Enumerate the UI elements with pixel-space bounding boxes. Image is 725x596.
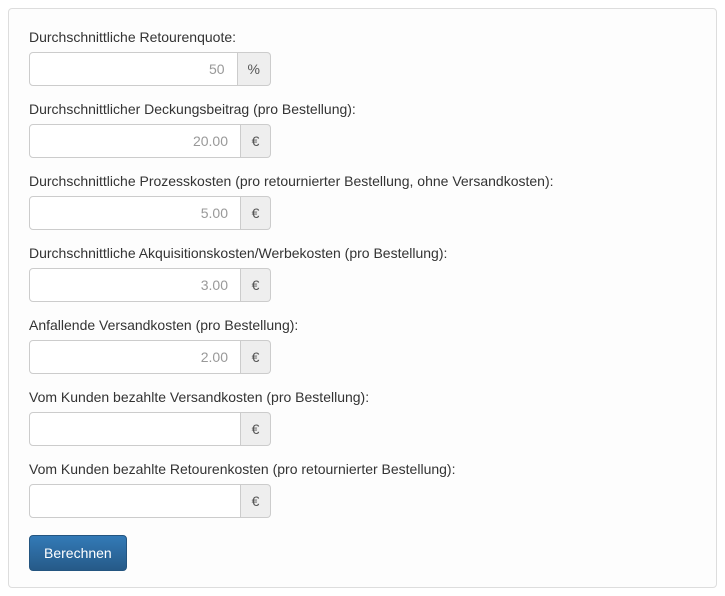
label-customer-shipping-paid: Vom Kunden bezahlte Versandkosten (pro B… — [29, 389, 696, 405]
input-group-customer-return-paid: € — [29, 484, 271, 518]
label-process-costs: Durchschnittliche Prozesskosten (pro ret… — [29, 173, 696, 189]
label-acquisition-costs: Durchschnittliche Akquisitionskosten/Wer… — [29, 245, 696, 261]
input-customer-return-paid[interactable] — [29, 484, 241, 518]
field-return-quota: Durchschnittliche Retourenquote: % — [29, 29, 696, 86]
input-group-coverage-contribution: € — [29, 124, 271, 158]
input-group-customer-shipping-paid: € — [29, 412, 271, 446]
field-acquisition-costs: Durchschnittliche Akquisitionskosten/Wer… — [29, 245, 696, 302]
unit-customer-shipping-paid: € — [241, 412, 271, 446]
input-group-process-costs: € — [29, 196, 271, 230]
field-process-costs: Durchschnittliche Prozesskosten (pro ret… — [29, 173, 696, 230]
field-customer-shipping-paid: Vom Kunden bezahlte Versandkosten (pro B… — [29, 389, 696, 446]
label-shipping-costs: Anfallende Versandkosten (pro Bestellung… — [29, 317, 696, 333]
unit-process-costs: € — [241, 196, 271, 230]
input-coverage-contribution[interactable] — [29, 124, 241, 158]
input-return-quota[interactable] — [29, 52, 238, 86]
unit-coverage-contribution: € — [241, 124, 271, 158]
field-customer-return-paid: Vom Kunden bezahlte Retourenkosten (pro … — [29, 461, 696, 518]
form-panel: Durchschnittliche Retourenquote: % Durch… — [8, 8, 717, 588]
field-shipping-costs: Anfallende Versandkosten (pro Bestellung… — [29, 317, 696, 374]
input-acquisition-costs[interactable] — [29, 268, 241, 302]
input-group-return-quota: % — [29, 52, 271, 86]
input-group-shipping-costs: € — [29, 340, 271, 374]
label-coverage-contribution: Durchschnittlicher Deckungsbeitrag (pro … — [29, 101, 696, 117]
calculate-button[interactable]: Berechnen — [29, 535, 127, 571]
input-shipping-costs[interactable] — [29, 340, 241, 374]
label-return-quota: Durchschnittliche Retourenquote: — [29, 29, 696, 45]
unit-acquisition-costs: € — [241, 268, 271, 302]
input-customer-shipping-paid[interactable] — [29, 412, 241, 446]
unit-shipping-costs: € — [241, 340, 271, 374]
unit-customer-return-paid: € — [241, 484, 271, 518]
label-customer-return-paid: Vom Kunden bezahlte Retourenkosten (pro … — [29, 461, 696, 477]
unit-return-quota: % — [238, 52, 271, 86]
field-coverage-contribution: Durchschnittlicher Deckungsbeitrag (pro … — [29, 101, 696, 158]
input-process-costs[interactable] — [29, 196, 241, 230]
input-group-acquisition-costs: € — [29, 268, 271, 302]
